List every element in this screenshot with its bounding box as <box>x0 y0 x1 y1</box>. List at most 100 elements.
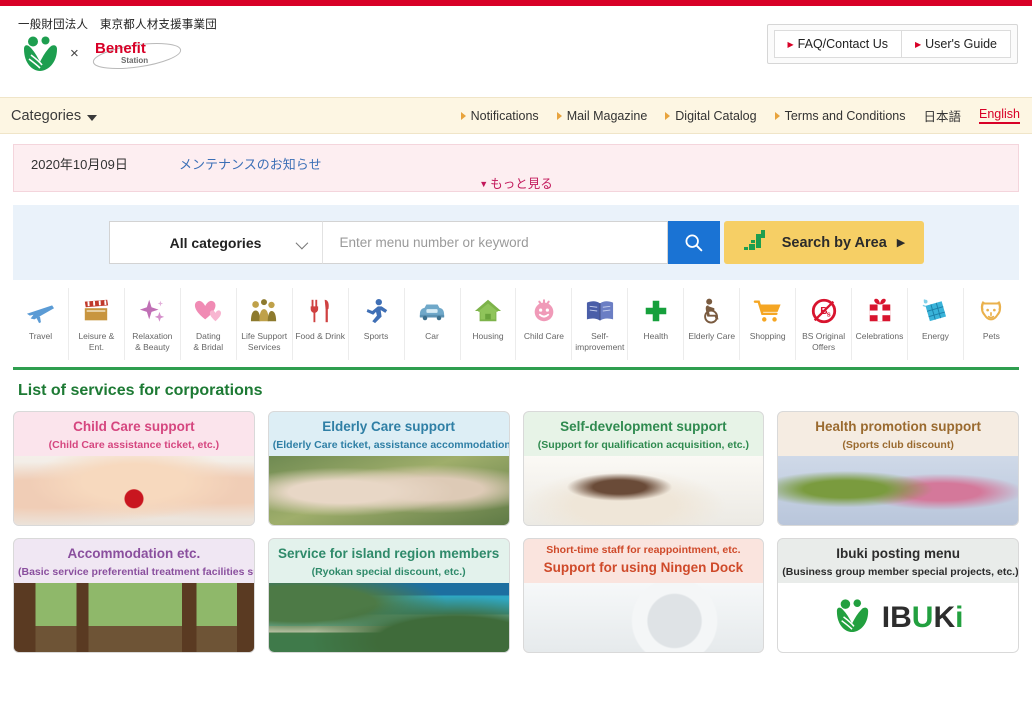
benefit-station-logo: Benefit Station <box>87 36 187 70</box>
site-header: 一般財団法人 東京都人材支援事業団 × Benefit Station ▶ FA… <box>0 6 1032 97</box>
service-card[interactable]: Child Care support (Child Care assistance… <box>13 411 255 526</box>
service-card-subtitle: Short-time staff for reappointment, etc. <box>546 544 741 556</box>
clapperboard-icon <box>81 294 111 328</box>
category-item-child-care[interactable]: Child Care <box>516 288 573 360</box>
category-item-label: Life Support Services <box>241 331 288 352</box>
times-symbol: × <box>70 44 79 62</box>
family-icon <box>249 294 279 328</box>
brand-block[interactable]: 一般財団法人 東京都人材支援事業団 × Benefit Station <box>16 16 217 72</box>
ibuki-wordmark-part: i <box>955 600 964 634</box>
img-sports-illustration <box>778 456 1018 525</box>
lang-switch-japanese[interactable]: 日本語 <box>923 106 961 125</box>
category-select[interactable]: All categories <box>108 221 322 264</box>
shopping-cart-icon <box>753 294 783 328</box>
category-item-life-support-services[interactable]: Life Support Services <box>237 288 293 360</box>
nav-item-terms-and-conditions[interactable]: Terms and Conditions <box>774 108 906 123</box>
service-card-head: Service for island region members (Ryokan… <box>269 539 509 583</box>
notice-link[interactable]: メンテナンスのお知らせ <box>179 154 321 173</box>
category-item-celebrations[interactable]: Celebrations <box>852 288 908 360</box>
lang-switch-english[interactable]: English <box>979 107 1020 124</box>
img-island-illustration <box>268 583 509 652</box>
nav-item-digital-catalog[interactable]: Digital Catalog <box>665 108 757 123</box>
category-item-shopping[interactable]: Shopping <box>740 288 797 360</box>
category-item-label: Celebrations <box>855 331 904 341</box>
category-item-relaxation-beauty[interactable]: Relaxation & Beauty <box>125 288 181 360</box>
triangle-right-icon: ▶ <box>787 40 794 49</box>
img-ryokan-illustration <box>14 583 254 652</box>
category-item-pets[interactable]: Pets <box>964 288 1019 360</box>
category-item-sports[interactable]: Sports <box>349 288 405 360</box>
nav-item-label: Terms and Conditions <box>784 108 906 123</box>
open-book-icon <box>585 294 615 328</box>
ibuki-logo-icon <box>833 597 873 638</box>
baby-face-icon <box>529 294 559 328</box>
search-by-area-button[interactable]: Search by Area ▶ <box>723 221 924 264</box>
service-card-image <box>268 583 509 652</box>
chevron-down-icon <box>295 236 308 249</box>
category-item-food-drink[interactable]: Food & Drink <box>293 288 349 360</box>
fork-knife-icon <box>305 294 335 328</box>
category-item-bs-original-offers[interactable]: Bs BS Original Offers <box>796 288 853 360</box>
service-card-head: Child Care support (Child Care assistance… <box>14 412 254 456</box>
nav-item-notifications[interactable]: Notifications <box>460 108 539 123</box>
service-card-subtitle: (Ryokan special discount, etc.) <box>311 566 466 579</box>
triangle-right-icon <box>774 111 780 120</box>
service-card-head: Ibuki posting menu (Business group member… <box>778 539 1018 583</box>
nav-categories-dropdown[interactable]: Categories <box>11 108 98 124</box>
category-item-housing[interactable]: Housing <box>461 288 517 360</box>
search-submit-button[interactable] <box>667 221 720 264</box>
notice-banner: 2020年10月09日 メンテナンスのお知らせ ▼ もっと見る <box>13 144 1019 192</box>
triangle-right-icon: ▶ <box>914 40 922 49</box>
triangle-down-icon: ▼ <box>479 179 489 189</box>
category-item-label: Sports <box>363 331 389 341</box>
service-card-image <box>523 583 764 652</box>
service-card-image <box>268 456 509 525</box>
service-card-image <box>14 583 254 652</box>
category-item-travel[interactable]: Travel <box>13 288 69 360</box>
japan-map-icon <box>742 228 772 258</box>
service-card-title: Self-development support <box>560 419 727 434</box>
service-card-head: Accommodation etc. (Basic service prefere… <box>14 539 254 583</box>
category-item-elderly-care[interactable]: Elderly Care <box>684 288 741 360</box>
category-item-leisure-ent[interactable]: Leisure & Ent. <box>69 288 125 360</box>
service-card[interactable]: Self-development support (Support for qua… <box>522 411 765 526</box>
nav-item-label: Mail Magazine <box>566 108 648 123</box>
service-card-subtitle: (Support for qualification acquisition, … <box>537 439 749 452</box>
notice-see-more-label: もっと見る <box>490 177 553 191</box>
car-icon <box>417 294 447 328</box>
notice-see-more-button[interactable]: ▼ もっと見る <box>14 173 1018 192</box>
category-item-car[interactable]: Car <box>405 288 461 360</box>
nav-item-label: Digital Catalog <box>675 108 757 123</box>
service-card-title: Accommodation etc. <box>67 546 201 561</box>
category-item-self-improvement[interactable]: Self- improvement <box>572 288 629 360</box>
category-item-energy[interactable]: Energy <box>908 288 964 360</box>
category-item-dating-bridal[interactable]: Dating & Bridal <box>181 288 237 360</box>
wheelchair-icon <box>697 294 727 328</box>
search-input[interactable] <box>339 235 667 250</box>
service-card-subtitle: (Basic service preferential treatment fa… <box>18 566 254 579</box>
category-item-health[interactable]: Health <box>628 288 685 360</box>
faq-contact-button[interactable]: ▶ FAQ/Contact Us <box>773 30 902 58</box>
img-baby-illustration <box>14 456 254 525</box>
nav-item-mail-magazine[interactable]: Mail Magazine <box>556 108 648 123</box>
nav-item-label: Notifications <box>470 108 539 123</box>
service-card[interactable]: Short-time staff for reappointment, etc.… <box>522 538 765 653</box>
service-card-head: Health promotion support (Sports club dis… <box>778 412 1018 456</box>
img-elder-illustration <box>268 456 509 525</box>
section-divider <box>13 367 1019 370</box>
users-guide-button[interactable]: ▶ User's Guide <box>901 30 1011 58</box>
img-mri-illustration <box>523 583 764 652</box>
category-select-value: All categories <box>169 234 262 251</box>
img-study-illustration <box>523 456 764 525</box>
category-item-label: Health <box>643 331 669 341</box>
category-item-label: Energy <box>922 331 949 341</box>
search-panel: All categories Search by Area <box>13 205 1019 280</box>
service-card[interactable]: Ibuki posting menu (Business group member… <box>777 538 1019 653</box>
service-card-head: Elderly Care support (Elderly Care ticket… <box>269 412 509 456</box>
chevron-down-icon <box>87 114 98 121</box>
service-card[interactable]: Service for island region members (Ryokan… <box>267 538 510 653</box>
service-card[interactable]: Elderly Care support (Elderly Care ticket… <box>267 411 510 526</box>
service-card[interactable]: Health promotion support (Sports club dis… <box>777 411 1019 526</box>
service-card[interactable]: Accommodation etc. (Basic service prefere… <box>13 538 255 653</box>
service-card-subtitle: (Business group member special projects,… <box>782 566 1019 579</box>
